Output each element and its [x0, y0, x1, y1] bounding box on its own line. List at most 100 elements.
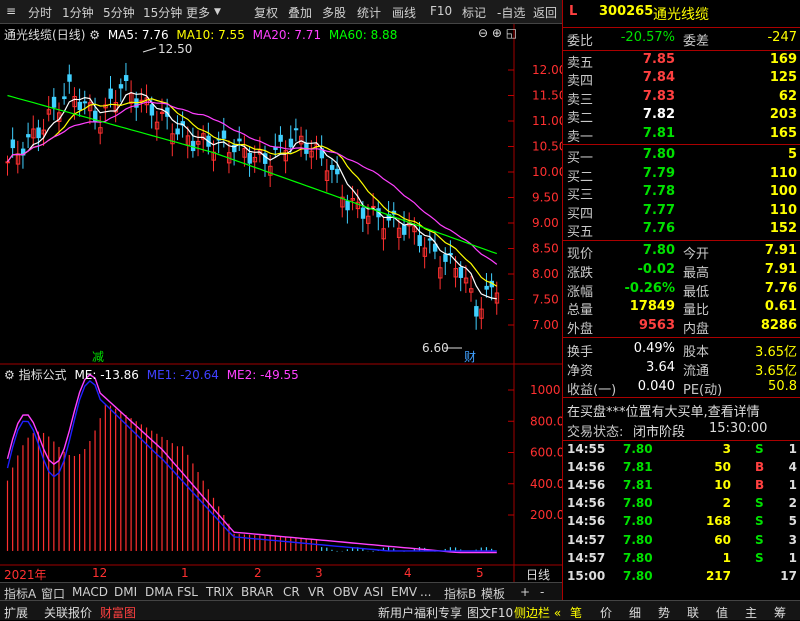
- notice-text[interactable]: 在买盘***位置有大买单,查看详情: [567, 401, 760, 420]
- tab-trix[interactable]: TRIX: [206, 585, 233, 599]
- tick-time: 14:57: [567, 550, 606, 565]
- date-tick: 4: [404, 566, 412, 580]
- kline-chart-area[interactable]: 12.00 11.50 11.00 10.50 10.00 9.50 9.00 8.50 8.0…: [0, 24, 562, 582]
- side-tab-bi[interactable]: 笔: [570, 604, 582, 621]
- event-marker-cai[interactable]: 财: [464, 348, 476, 365]
- collapse-icon[interactable]: ⊖: [478, 26, 488, 40]
- tick-row[interactable]: 14:56 7.80 2 S 2: [563, 496, 800, 514]
- btn-duogu[interactable]: 多股: [322, 4, 346, 21]
- tick-price: 7.81: [623, 478, 653, 493]
- stat-row: 外盘 9563 内盘 8286: [563, 318, 800, 337]
- ma-line: [7, 98, 498, 287]
- menu-icon[interactable]: ≡: [6, 4, 16, 18]
- tick-direction: S: [755, 514, 764, 529]
- indicator-title[interactable]: 指标公式: [19, 368, 67, 382]
- tab-dmi[interactable]: DMI: [114, 585, 137, 599]
- btn-huaxian[interactable]: 画线: [392, 4, 416, 21]
- expand-button[interactable]: 扩展: [4, 604, 28, 621]
- ask-row[interactable]: 卖五 7.85 169: [563, 52, 800, 71]
- stat-label: 总量: [567, 303, 594, 319]
- price-tick-label: 11.00: [532, 114, 562, 128]
- tick-row[interactable]: 14:56 7.81 50 B 4: [563, 460, 800, 478]
- tab-emv[interactable]: EMV: [391, 585, 417, 599]
- chevron-down-icon[interactable]: ▼: [214, 7, 221, 17]
- high-arrow: [142, 47, 157, 53]
- indicator-tick-label: 1000: [530, 383, 561, 397]
- tab-fsl[interactable]: FSL: [177, 585, 198, 599]
- tab-15min[interactable]: 15分钟: [143, 4, 182, 21]
- tick-price: 7.80: [623, 550, 653, 565]
- bid-row[interactable]: 买一 7.80 5: [563, 147, 800, 166]
- date-tick: 2: [254, 566, 262, 580]
- btn-diejia[interactable]: 叠加: [288, 4, 312, 21]
- btn-fuquan[interactable]: 复权: [254, 4, 278, 21]
- indicator-settings-icon[interactable]: ⚙: [4, 368, 15, 382]
- expand-icon[interactable]: ⊕: [492, 26, 502, 40]
- zoom-in-button[interactable]: +: [520, 585, 530, 599]
- btn-f10[interactable]: F10: [430, 4, 452, 18]
- tab-5min[interactable]: 5分钟: [103, 4, 135, 21]
- new-user-benefits-link[interactable]: 新用户福利专享: [378, 604, 462, 621]
- ask-row[interactable]: 卖一 7.81 165: [563, 126, 800, 145]
- side-tab-xi[interactable]: 细: [629, 604, 641, 621]
- tick-direction: S: [755, 532, 764, 547]
- side-tab-chou[interactable]: 筹: [774, 604, 786, 621]
- tab-asi[interactable]: ASI: [364, 585, 383, 599]
- zoom-out-button[interactable]: -: [540, 585, 544, 599]
- tab-brar[interactable]: BRAR: [241, 585, 274, 599]
- tab-more[interactable]: 更多: [186, 4, 210, 21]
- tab-dma[interactable]: DMA: [145, 585, 173, 599]
- trade-state-value: 闭市阶段: [633, 425, 686, 440]
- tab-vr[interactable]: VR: [308, 585, 325, 599]
- btn-fanhui[interactable]: 返回: [533, 4, 557, 21]
- side-tab-jia[interactable]: 价: [600, 604, 612, 621]
- tab-fenshi[interactable]: 分时: [28, 4, 52, 21]
- side-tab-shi[interactable]: 势: [658, 604, 670, 621]
- btn-tongji[interactable]: 统计: [357, 4, 381, 21]
- wealth-chart-button[interactable]: 财富图: [100, 604, 136, 621]
- restore-icon[interactable]: ◱: [506, 26, 517, 40]
- price-tick-label: 10.00: [532, 165, 562, 179]
- tab-cr[interactable]: CR: [283, 585, 300, 599]
- sidebar-toggle[interactable]: 侧边栏 «: [514, 604, 561, 621]
- event-marker-jian[interactable]: 减: [92, 348, 104, 365]
- big-order-notice[interactable]: 在买盘***位置有大买单,查看详情: [563, 401, 800, 420]
- side-tab-zhu[interactable]: 主: [745, 604, 757, 621]
- fundamental-label: 流通: [683, 363, 710, 379]
- ask-row[interactable]: 卖二 7.82 203: [563, 107, 800, 126]
- side-tab-lian[interactable]: 联: [687, 604, 699, 621]
- trade-state-label: 交易状态:: [567, 425, 624, 440]
- tab-obv[interactable]: OBV: [333, 585, 359, 599]
- tick-row[interactable]: 14:56 7.81 10 B 1: [563, 478, 800, 496]
- tick-volume: 1: [722, 550, 731, 565]
- bid-volume: 110: [769, 202, 797, 218]
- period-button[interactable]: 日线: [526, 566, 550, 583]
- stock-title: 通光线缆: [4, 28, 53, 42]
- tab-1min[interactable]: 1分钟: [62, 4, 94, 21]
- candle-body: [345, 200, 350, 211]
- ask-row[interactable]: 卖三 7.83 62: [563, 89, 800, 108]
- bid-price: 7.80: [642, 147, 675, 162]
- bid-row[interactable]: 买五 7.76 152: [563, 221, 800, 240]
- bid-row[interactable]: 买三 7.78 100: [563, 184, 800, 203]
- side-tab-zhi[interactable]: 值: [716, 604, 728, 621]
- fundamental-value: 3.65亿: [755, 345, 797, 360]
- bid-row[interactable]: 买四 7.77 110: [563, 202, 800, 222]
- tick-row[interactable]: 15:00 7.80 217 17: [563, 569, 800, 587]
- tab-macd[interactable]: MACD: [72, 585, 108, 599]
- btn-zixuan[interactable]: -自选: [497, 4, 525, 21]
- btn-biaoji[interactable]: 标记: [462, 4, 486, 21]
- tick-row[interactable]: 14:57 7.80 60 S 3: [563, 533, 800, 551]
- tick-row[interactable]: 14:56 7.80 168 S 5: [563, 514, 800, 532]
- tab-more[interactable]: ...: [420, 585, 431, 599]
- related-quote-button[interactable]: 关联报价: [44, 604, 92, 621]
- tick-row[interactable]: 14:57 7.80 1 S 1: [563, 551, 800, 569]
- tick-time: 14:56: [567, 460, 606, 475]
- tick-direction: S: [755, 496, 764, 511]
- f10-link[interactable]: 图文F10: [467, 604, 513, 621]
- level-flag: L: [569, 4, 578, 19]
- tick-row[interactable]: 14:55 7.80 3 S 1: [563, 442, 800, 460]
- settings-gear-icon[interactable]: ⚙: [89, 28, 100, 42]
- bid-row[interactable]: 买二 7.79 110: [563, 166, 800, 185]
- ask-row[interactable]: 卖四 7.84 125: [563, 70, 800, 89]
